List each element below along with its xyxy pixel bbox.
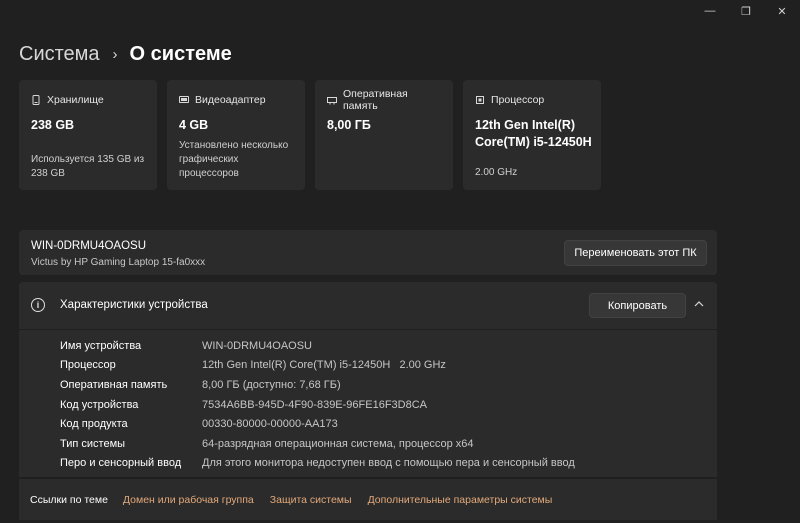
spec-value: 00330-80000-00000-AA173	[202, 418, 338, 431]
card-value: 8,00 ГБ	[327, 118, 371, 132]
spec-key: Тип системы	[60, 437, 126, 450]
spec-row: Оперативная память 8,00 ГБ (доступно: 7,…	[60, 375, 575, 395]
related-links-label: Ссылки по теме	[30, 493, 108, 506]
spec-value: 7534A6BB-945D-4F90-839E-96FE16F3D8CA	[202, 398, 428, 411]
rename-pc-button[interactable]: Переименовать этот ПК	[564, 240, 707, 266]
spec-value: Для этого монитора недоступен ввод с пом…	[202, 457, 575, 470]
breadcrumb: Система › О системе	[19, 40, 232, 68]
link-system-protection[interactable]: Защита системы	[270, 494, 352, 506]
spec-value: WIN-0DRMU4OAOSU	[202, 339, 313, 352]
spec-cards: Хранилище 238 GB Используется 135 GB из …	[19, 80, 601, 190]
card-note: 2.00 GHz	[475, 167, 518, 178]
spec-key: Код продукта	[60, 418, 128, 431]
spec-row: Тип системы 64-разрядная операционная си…	[60, 434, 575, 454]
processor-icon	[475, 95, 485, 105]
info-icon: i	[31, 298, 45, 312]
spec-row: Процессор 12th Gen Intel(R) Core(TM) i5-…	[60, 356, 575, 376]
page-title: О системе	[129, 42, 232, 65]
device-name: WIN-0DRMU4OAOSU	[31, 240, 147, 252]
spec-row: Имя устройства WIN-0DRMU4OAOSU	[60, 336, 575, 356]
spec-rows: Имя устройства WIN-0DRMU4OAOSU Процессор…	[60, 336, 575, 473]
device-name-panel: WIN-0DRMU4OAOSU Victus by HP Gaming Lapt…	[19, 230, 717, 275]
related-links: Ссылки по теме Домен или рабочая группа …	[19, 478, 717, 520]
device-specs-title: Характеристики устройства	[60, 299, 208, 311]
card-storage: Хранилище 238 GB Используется 135 GB из …	[19, 80, 157, 190]
card-processor: Процессор 12th Gen Intel(R) Core(TM) i5-…	[463, 80, 601, 190]
spec-value: 64-разрядная операционная система, проце…	[202, 437, 474, 450]
chevron-up-icon[interactable]	[691, 296, 707, 312]
spec-value: 8,00 ГБ (доступно: 7,68 ГБ)	[202, 378, 341, 391]
spec-key: Перо и сенсорный ввод	[60, 457, 182, 470]
spec-row: Перо и сенсорный ввод Для этого монитора…	[60, 454, 575, 474]
device-model: Victus by HP Gaming Laptop 15-fa0xxx	[31, 257, 206, 268]
card-label: Процессор	[491, 94, 545, 106]
spec-key: Код устройства	[60, 398, 139, 411]
display-adapter-icon	[179, 95, 189, 105]
close-icon[interactable]: ✕	[764, 0, 800, 22]
card-value: 4 GB	[179, 118, 209, 132]
spec-row: Код продукта 00330-80000-00000-AA173	[60, 414, 575, 434]
card-note: Установлено несколько графических процес…	[179, 140, 289, 179]
card-memory: Оперативная память 8,00 ГБ	[315, 80, 453, 190]
card-label: Оперативная память	[343, 88, 408, 112]
minimize-icon[interactable]: —	[692, 0, 728, 22]
device-specs-header[interactable]: i Характеристики устройства Копировать	[19, 282, 717, 330]
copy-button[interactable]: Копировать	[589, 293, 686, 318]
storage-icon	[31, 95, 41, 105]
link-domain-workgroup[interactable]: Домен или рабочая группа	[123, 494, 254, 506]
memory-icon	[327, 95, 337, 105]
card-value: 238 GB	[31, 118, 75, 132]
window-controls: — ❐ ✕	[692, 0, 800, 22]
card-label: Видеоадаптер	[195, 94, 266, 106]
spec-value: 12th Gen Intel(R) Core(TM) i5-12450H 2.0…	[202, 359, 446, 372]
spec-key: Оперативная память	[60, 378, 168, 391]
card-note: Используется 135 GB из 238 GB	[31, 154, 145, 179]
spec-key: Процессор	[60, 359, 116, 372]
maximize-icon[interactable]: ❐	[728, 0, 764, 22]
breadcrumb-parent[interactable]: Система	[19, 43, 100, 66]
card-display-adapter: Видеоадаптер 4 GB Установлено несколько …	[167, 80, 305, 190]
device-specs-panel: i Характеристики устройства Копировать И…	[19, 282, 717, 477]
link-advanced-system-settings[interactable]: Дополнительные параметры системы	[368, 494, 553, 506]
chevron-right-icon: ›	[112, 45, 118, 63]
card-label: Хранилище	[47, 94, 104, 106]
spec-key: Имя устройства	[60, 339, 142, 352]
card-value: 12th Gen Intel(R) Core(TM) i5-12450H	[475, 118, 592, 149]
spec-row: Код устройства 7534A6BB-945D-4F90-839E-9…	[60, 395, 575, 415]
